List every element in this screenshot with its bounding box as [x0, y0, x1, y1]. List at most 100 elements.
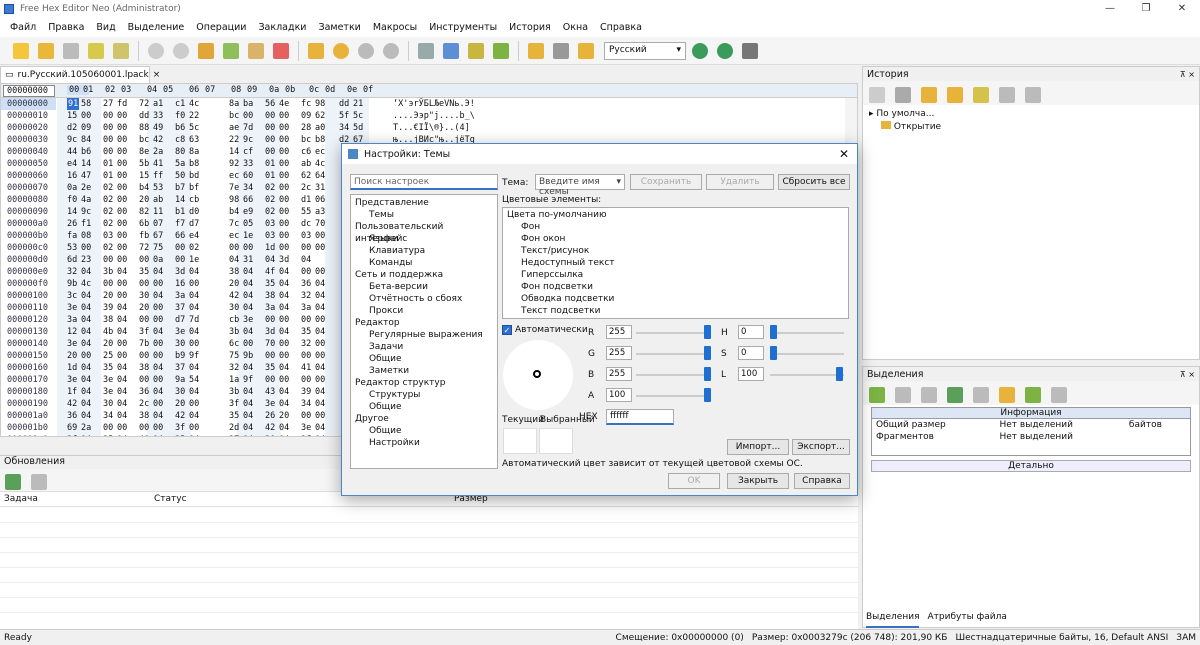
byte-cell[interactable]: 00 [117, 158, 127, 170]
byte-cell[interactable]: 00 [279, 110, 289, 122]
menu-history[interactable]: История [509, 22, 551, 33]
byte-cell[interactable]: 41 [301, 362, 311, 374]
col-status[interactable]: Статус [154, 494, 187, 504]
byte-cell[interactable]: 8a [229, 98, 239, 110]
byte-cell[interactable]: 1e [243, 230, 253, 242]
byte-cell[interactable]: c8 [175, 134, 185, 146]
byte-cell[interactable]: 3b [229, 326, 239, 338]
byte-cell[interactable]: 62 [301, 170, 311, 182]
byte-cell[interactable]: 04 [153, 410, 163, 422]
byte-cell[interactable]: 2a [153, 146, 163, 158]
byte-cell[interactable]: 35 [175, 434, 185, 436]
byte-cell[interactable]: 00 [189, 278, 199, 290]
byte-cell[interactable]: 4e [279, 98, 289, 110]
byte-cell[interactable]: 40 [139, 434, 149, 436]
byte-cell[interactable]: 04 [189, 266, 199, 278]
byte-cell[interactable]: ec [229, 170, 239, 182]
byte-cell[interactable]: 56 [265, 98, 275, 110]
byte-cell[interactable]: 04 [189, 386, 199, 398]
byte-cell[interactable]: 3d [265, 326, 275, 338]
byte-cell[interactable]: 66 [175, 230, 185, 242]
byte-cell[interactable]: 00 [117, 230, 127, 242]
byte-cell[interactable]: 70 [265, 338, 275, 350]
maximize-button[interactable]: ❐ [1128, 3, 1164, 14]
byte-cell[interactable]: a0 [315, 122, 325, 134]
byte-cell[interactable]: 04 [315, 398, 325, 410]
split-button[interactable] [575, 40, 597, 62]
settings-button[interactable] [739, 40, 761, 62]
save-button[interactable] [60, 40, 82, 62]
byte-cell[interactable]: 3d [175, 266, 185, 278]
byte-cell[interactable]: 72 [139, 242, 149, 254]
update-button[interactable] [689, 40, 711, 62]
byte-cell[interactable]: 04 [189, 362, 199, 374]
byte-cell[interactable]: 09 [301, 110, 311, 122]
byte-cell[interactable]: 00 [117, 194, 127, 206]
byte-cell[interactable]: b9 [175, 350, 185, 362]
byte-cell[interactable]: 04 [243, 410, 253, 422]
byte-cell[interactable]: 04 [279, 278, 289, 290]
find-prev-button[interactable] [380, 40, 402, 62]
byte-cell[interactable]: 00 [279, 206, 289, 218]
byte-cell[interactable]: 25 [103, 350, 113, 362]
settings-nav-category[interactable]: Редактор структур [355, 377, 493, 389]
byte-cell[interactable]: 5c [189, 122, 199, 134]
g-field[interactable]: 255 [606, 346, 632, 360]
byte-cell[interactable]: 20 [103, 290, 113, 302]
byte-cell[interactable]: 00 [117, 218, 127, 230]
color-element-item[interactable]: Обводка подсветки [507, 293, 844, 305]
byte-cell[interactable]: 00 [315, 314, 325, 326]
byte-cell[interactable]: 04 [117, 434, 127, 436]
byte-cell[interactable]: 04 [243, 362, 253, 374]
byte-cell[interactable]: 3e [67, 302, 77, 314]
undo-button[interactable] [145, 40, 167, 62]
byte-cell[interactable]: 02 [265, 206, 275, 218]
delete-theme-button[interactable]: Удалить [706, 174, 774, 190]
sel-tool-8[interactable] [1048, 384, 1070, 406]
modify-button[interactable] [465, 40, 487, 62]
l-field[interactable]: 100 [738, 367, 764, 381]
byte-cell[interactable]: c6 [301, 146, 311, 158]
byte-cell[interactable]: 00 [139, 314, 149, 326]
byte-cell[interactable]: 5d [353, 122, 363, 134]
byte-cell[interactable]: 9c [81, 206, 91, 218]
byte-cell[interactable]: 49 [153, 122, 163, 134]
s-field[interactable]: 0 [738, 346, 764, 360]
color-element-item[interactable]: Фон подсветки [507, 281, 844, 293]
byte-cell[interactable]: 3e [301, 422, 311, 434]
history-root-item[interactable]: ▸ По умолча... [869, 109, 1193, 119]
byte-cell[interactable]: 00 [265, 134, 275, 146]
byte-cell[interactable]: 92 [229, 158, 239, 170]
byte-cell[interactable]: 00 [139, 422, 149, 434]
byte-cell[interactable]: 3e [265, 398, 275, 410]
byte-cell[interactable]: bd [189, 170, 199, 182]
save-all-button[interactable] [110, 40, 132, 62]
color-element-item[interactable]: Текст/рисунок [507, 245, 844, 257]
color-wheel[interactable] [503, 340, 573, 410]
find-next-button[interactable] [355, 40, 377, 62]
theme-combo[interactable]: Введите имя схемы ▾ [535, 174, 625, 197]
byte-cell[interactable]: 1d [67, 362, 77, 374]
byte-cell[interactable]: e4 [189, 230, 199, 242]
byte-cell[interactable]: 35 [265, 278, 275, 290]
byte-cell[interactable]: 01 [265, 158, 275, 170]
byte-cell[interactable]: 00 [279, 122, 289, 134]
sel-tool-5[interactable] [970, 384, 992, 406]
byte-cell[interactable]: 04 [153, 362, 163, 374]
settings-nav-subitem[interactable]: Настройки [355, 437, 493, 449]
find-button[interactable] [330, 40, 352, 62]
byte-cell[interactable]: 3d [279, 254, 289, 266]
byte-cell[interactable]: 20 [139, 194, 149, 206]
byte-cell[interactable]: 00 [153, 374, 163, 386]
byte-cell[interactable]: 00 [117, 278, 127, 290]
byte-cell[interactable]: 35 [103, 434, 113, 436]
byte-cell[interactable]: 20 [175, 398, 185, 410]
byte-cell[interactable]: 00 [139, 254, 149, 266]
byte-cell[interactable]: 04 [81, 410, 91, 422]
byte-cell[interactable]: 9b [67, 278, 77, 290]
byte-cell[interactable]: 04 [117, 410, 127, 422]
byte-cell[interactable]: 3b [229, 386, 239, 398]
byte-cell[interactable]: 00 [139, 278, 149, 290]
byte-cell[interactable]: 04 [81, 290, 91, 302]
byte-cell[interactable]: 39 [301, 386, 311, 398]
